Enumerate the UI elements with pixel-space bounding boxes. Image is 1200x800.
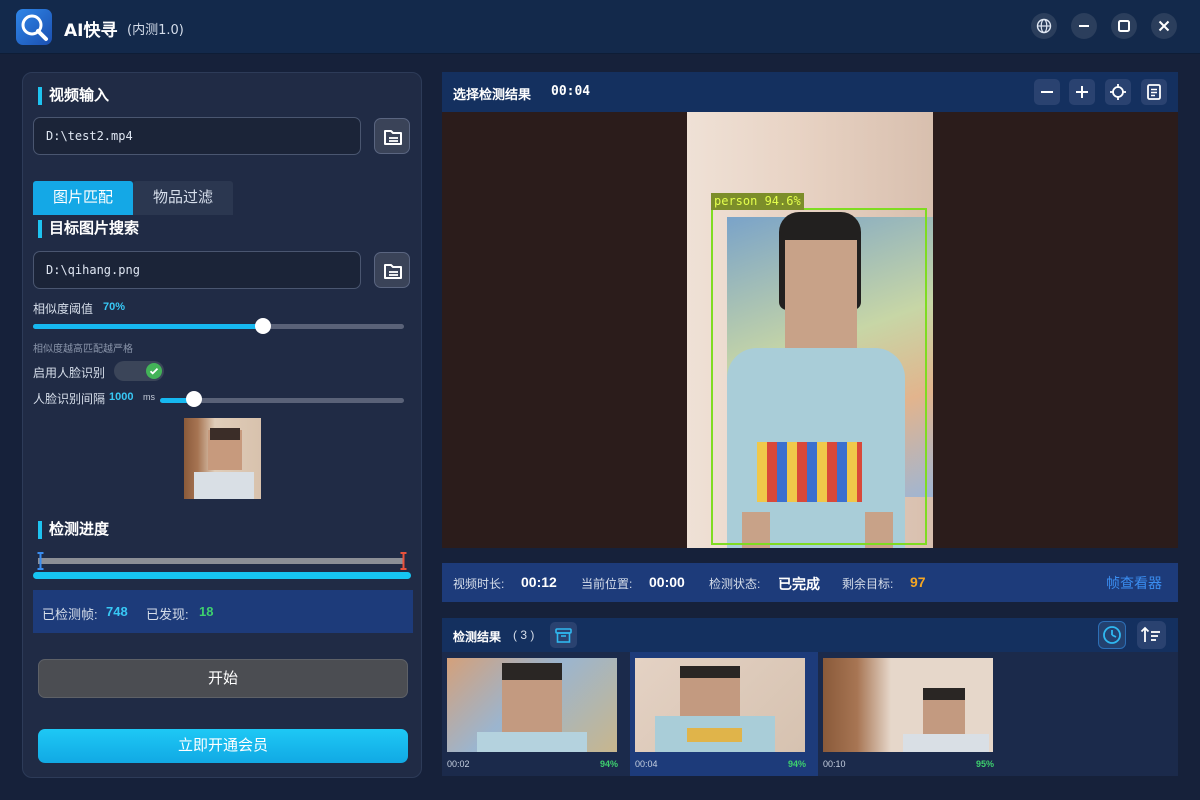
remaining-label: 剩余目标: xyxy=(842,577,894,591)
duration-value: 00:12 xyxy=(521,574,557,590)
range-end-marker[interactable] xyxy=(400,552,407,570)
face-interval-value: 1000 xyxy=(109,391,134,403)
viewer-title: 选择检测结果 xyxy=(453,87,532,102)
maximize-icon xyxy=(1118,20,1130,32)
result-time: 00:04 xyxy=(635,759,658,769)
face-interval-label: 人脸识别间隔 xyxy=(33,392,106,406)
viewer-timestamp: 00:04 xyxy=(551,84,591,99)
results-title: 检测结果 xyxy=(453,630,502,644)
similarity-label: 相似度阈值 xyxy=(33,302,94,316)
document-icon xyxy=(1147,84,1161,100)
zoom-in-icon xyxy=(1076,86,1088,98)
settings-panel: 视频输入 D:\test2.mp4 图片匹配 物品过滤 目标图片搜索 D:\qi… xyxy=(22,72,422,778)
result-time: 00:02 xyxy=(447,759,470,769)
close-icon xyxy=(1158,20,1170,32)
details-button[interactable] xyxy=(1141,79,1167,105)
detection-stats: 已检测帧: 748 已发现: 18 xyxy=(33,590,413,633)
result-thumbnail xyxy=(447,658,617,752)
result-thumbnail xyxy=(823,658,993,752)
zoom-out-icon xyxy=(1041,91,1053,93)
locate-button[interactable] xyxy=(1105,79,1131,105)
app-version: (内测1.0) xyxy=(127,23,184,38)
locate-icon xyxy=(1110,84,1126,100)
detection-label: person 94.6% xyxy=(711,193,804,210)
detection-progress-bar xyxy=(33,572,411,579)
results-header: 检测结果 ( 3 ) xyxy=(442,618,1178,652)
target-browse-button[interactable] xyxy=(374,252,410,288)
minimize-button[interactable] xyxy=(1071,13,1097,39)
progress-title: 检测进度 xyxy=(38,521,109,539)
result-thumbnail xyxy=(635,658,805,752)
zoom-in-button[interactable] xyxy=(1069,79,1095,105)
found-label: 已发现: xyxy=(146,607,189,622)
close-button[interactable] xyxy=(1151,13,1177,39)
archive-icon xyxy=(555,628,572,643)
position-value: 00:00 xyxy=(649,574,685,590)
video-path-field[interactable]: D:\test2.mp4 xyxy=(33,117,361,155)
similarity-slider-fill xyxy=(33,324,263,329)
remaining-value: 97 xyxy=(910,574,926,590)
app-logo-icon xyxy=(16,9,52,45)
frames-value: 748 xyxy=(106,604,128,619)
sort-icon xyxy=(1140,626,1160,642)
folder-icon xyxy=(384,130,402,145)
result-score: 94% xyxy=(599,759,618,769)
progress-range-track[interactable] xyxy=(38,558,404,564)
toggle-knob xyxy=(146,363,162,379)
video-browse-button[interactable] xyxy=(374,118,410,154)
vip-button[interactable]: 立即开通会员 xyxy=(38,729,408,763)
status-value: 已完成 xyxy=(778,576,820,592)
result-card[interactable]: 00:04 94% xyxy=(630,652,818,776)
sort-order-button[interactable] xyxy=(1137,621,1166,649)
result-card[interactable]: 00:02 94% xyxy=(442,652,630,776)
detection-box[interactable] xyxy=(711,208,927,545)
check-icon xyxy=(149,367,159,375)
results-strip: 00:02 94% 00:04 94% 00:10 95% xyxy=(442,652,1178,776)
result-time: 00:10 xyxy=(823,759,846,769)
found-value: 18 xyxy=(199,604,214,619)
range-start-marker[interactable] xyxy=(37,552,44,570)
result-score: 94% xyxy=(787,759,806,769)
status-label: 检测状态: xyxy=(709,577,761,591)
results-count: ( 3 ) xyxy=(513,628,535,642)
face-recognition-label: 启用人脸识别 xyxy=(33,366,106,380)
face-recognition-toggle[interactable] xyxy=(114,361,164,381)
result-score: 95% xyxy=(975,759,994,769)
similarity-slider-knob[interactable] xyxy=(255,318,271,334)
clock-icon xyxy=(1103,626,1121,644)
position-label: 当前位置: xyxy=(581,577,633,591)
duration-label: 视频时长: xyxy=(453,577,505,591)
tab-item-filter[interactable]: 物品过滤 xyxy=(133,181,233,215)
minimize-icon xyxy=(1079,25,1089,27)
app-title: AI快寻 xyxy=(64,21,118,41)
result-card[interactable]: 00:10 95% xyxy=(818,652,1006,776)
archive-button[interactable] xyxy=(550,622,577,648)
frames-label: 已检测帧: xyxy=(42,607,98,622)
maximize-button[interactable] xyxy=(1111,13,1137,39)
video-preview[interactable]: person 94.6% xyxy=(442,112,1178,548)
video-frame: person 94.6% xyxy=(687,112,933,548)
similarity-hint: 相似度越高匹配越严格 xyxy=(33,344,133,355)
sort-by-time-button[interactable] xyxy=(1098,621,1126,649)
globe-icon xyxy=(1036,18,1052,34)
viewer-header: 选择检测结果 00:04 xyxy=(442,72,1178,112)
zoom-out-button[interactable] xyxy=(1034,79,1060,105)
target-search-title: 目标图片搜索 xyxy=(38,220,139,238)
frame-viewer-link[interactable]: 帧查看器 xyxy=(1106,573,1162,593)
title-bar: AI快寻 (内测1.0) xyxy=(0,0,1200,54)
target-image-thumbnail xyxy=(184,418,261,499)
target-image-path-field[interactable]: D:\qihang.png xyxy=(33,251,361,289)
start-button[interactable]: 开始 xyxy=(38,659,408,698)
video-input-title: 视频输入 xyxy=(38,87,109,105)
face-interval-slider-knob[interactable] xyxy=(186,391,202,407)
tab-image-match[interactable]: 图片匹配 xyxy=(33,181,133,215)
similarity-value: 70% xyxy=(103,301,126,313)
video-info-bar: 视频时长: 00:12 当前位置: 00:00 检测状态: 已完成 剩余目标: … xyxy=(442,563,1178,602)
language-button[interactable] xyxy=(1031,13,1057,39)
folder-icon xyxy=(384,264,402,279)
face-interval-unit: ms xyxy=(143,392,155,402)
